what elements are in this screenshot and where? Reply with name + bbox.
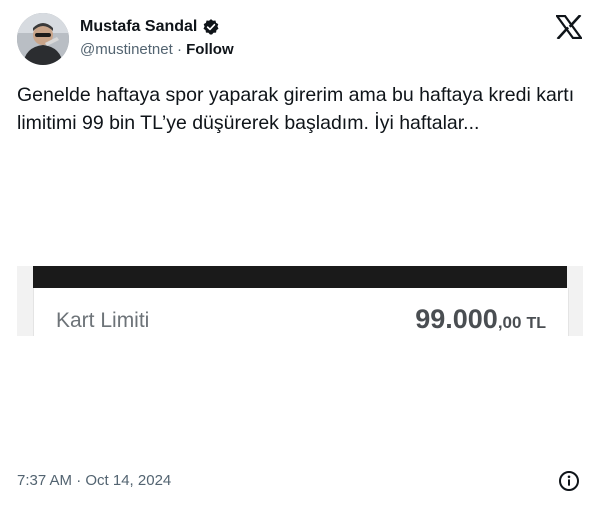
tweet-text: Genelde haftaya spor yaparak girerim ama… [17,84,575,134]
card-limit-label: Kart Limiti [56,309,150,332]
card-limit-value: 99.000,00 TL [415,304,546,335]
x-logo-icon[interactable] [554,14,584,40]
verified-badge-icon [202,18,220,36]
author-display-name[interactable]: Mustafa Sandal [80,17,197,37]
card-limit-amount: 99.000 [415,304,498,334]
handle-separator: · [176,41,182,58]
tweet-timestamp[interactable]: 7:37 AM · Oct 14, 2024 [17,472,171,490]
card-limit-currency: TL [526,315,546,332]
author-name-row: Mustafa Sandal [80,17,220,37]
author-handle-row: @mustinetnet · Follow [80,41,234,59]
media-top-bar [33,266,567,288]
card-limit-panel: Kart Limiti 99.000,00 TL [33,288,569,336]
author-handle[interactable]: @mustinetnet [80,41,173,58]
avatar-image [17,13,69,65]
follow-button[interactable]: Follow [186,41,234,58]
tweet-media-image[interactable]: Kart Limiti 99.000,00 TL [17,266,583,336]
avatar[interactable] [17,13,69,65]
info-icon[interactable] [558,470,580,492]
card-limit-cents: ,00 [497,313,522,332]
